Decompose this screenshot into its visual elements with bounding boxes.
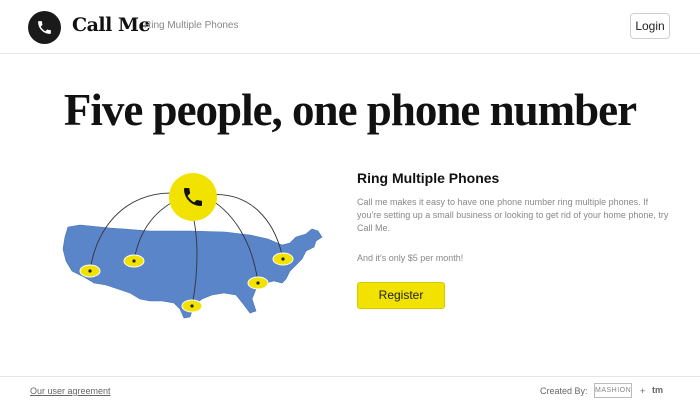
- register-button[interactable]: Register: [357, 282, 445, 309]
- price-text: And it's only $5 per month!: [357, 253, 464, 263]
- site-footer: Our user agreement Created By: MASHION +…: [0, 376, 700, 420]
- feature-description: Call me makes it easy to have one phone …: [357, 197, 669, 233]
- brand-name[interactable]: Call Me: [72, 14, 151, 36]
- us-map: [62, 173, 323, 319]
- tm-logo[interactable]: tm: [652, 385, 663, 395]
- phone-icon: [38, 21, 51, 34]
- us-map-illustration: [50, 165, 330, 325]
- site-header: Call Me Ring Multiple Phones Login: [0, 0, 700, 54]
- center-phone-circle: [169, 173, 217, 221]
- brand-tagline: Ring Multiple Phones: [144, 20, 239, 31]
- credit-plus: +: [640, 386, 646, 396]
- login-button[interactable]: Login: [630, 13, 670, 39]
- user-agreement-link[interactable]: Our user agreement: [30, 386, 111, 396]
- feature-title: Ring Multiple Phones: [357, 170, 500, 186]
- hero-headline: Five people, one phone number: [63, 85, 637, 135]
- created-by-label: Created By:: [540, 386, 588, 396]
- mashion-logo[interactable]: MASHION: [594, 383, 632, 398]
- logo-phone-icon[interactable]: [28, 11, 61, 44]
